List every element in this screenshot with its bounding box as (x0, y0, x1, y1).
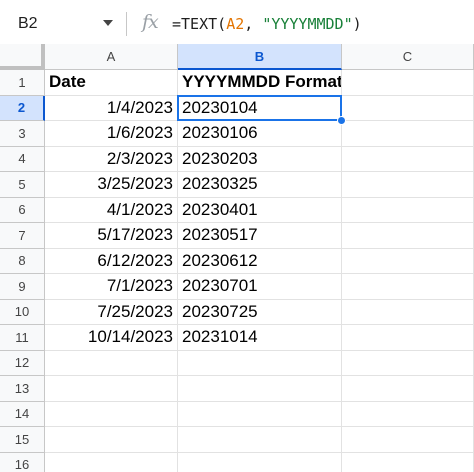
cell-b14[interactable] (178, 401, 342, 427)
cell-a6[interactable]: 4/1/2023 (45, 197, 178, 223)
row-header-5[interactable]: 5 (0, 172, 45, 198)
cell-b7[interactable]: 20230517 (178, 223, 342, 249)
cell-c3[interactable] (342, 121, 474, 147)
cell-b4[interactable]: 20230203 (178, 146, 342, 172)
cell-a16[interactable] (45, 452, 178, 472)
cell-a7[interactable]: 5/17/2023 (45, 223, 178, 249)
formula-suffix: ) (352, 15, 362, 33)
row-header-2[interactable]: 2 (0, 95, 45, 121)
row-header-16[interactable]: 16 (0, 452, 45, 472)
formula-bar: B2 fx =TEXT(A2, "YYYYMMDD") (0, 0, 474, 47)
cell-b9[interactable]: 20230701 (178, 274, 342, 300)
row-header-15[interactable]: 15 (0, 427, 45, 453)
cell-b12[interactable] (178, 350, 342, 376)
row-header-13[interactable]: 13 (0, 376, 45, 402)
formula-separator: , (244, 15, 263, 33)
cell-c16[interactable] (342, 452, 474, 472)
row-header-1[interactable]: 1 (0, 70, 45, 96)
cell-c14[interactable] (342, 401, 474, 427)
cell-a3[interactable]: 1/6/2023 (45, 121, 178, 147)
row-header-6[interactable]: 6 (0, 197, 45, 223)
row-header-3[interactable]: 3 (0, 121, 45, 147)
column-header-a[interactable]: A (45, 44, 178, 70)
cell-c4[interactable] (342, 146, 474, 172)
column-header-b[interactable]: B (178, 44, 342, 70)
cell-c2[interactable] (342, 95, 474, 121)
cell-b13[interactable] (178, 376, 342, 402)
cell-a13[interactable] (45, 376, 178, 402)
cell-b6[interactable]: 20230401 (178, 197, 342, 223)
cell-b2[interactable]: 20230104 (178, 95, 342, 121)
cell-a9[interactable]: 7/1/2023 (45, 274, 178, 300)
row-header-10[interactable]: 10 (0, 299, 45, 325)
cell-a12[interactable] (45, 350, 178, 376)
row-header-4[interactable]: 4 (0, 146, 45, 172)
cell-c11[interactable] (342, 325, 474, 351)
row-header-12[interactable]: 12 (0, 350, 45, 376)
chevron-down-icon[interactable] (103, 20, 113, 26)
cell-a4[interactable]: 2/3/2023 (45, 146, 178, 172)
cell-b1[interactable]: YYYYMMDD Format (178, 70, 342, 96)
cell-a10[interactable]: 7/25/2023 (45, 299, 178, 325)
row-header-7[interactable]: 7 (0, 223, 45, 249)
row-header-9[interactable]: 9 (0, 274, 45, 300)
cell-c10[interactable] (342, 299, 474, 325)
cell-a5[interactable]: 3/25/2023 (45, 172, 178, 198)
cell-b10[interactable]: 20230725 (178, 299, 342, 325)
formula-string-argument: "YYYYMMDD" (262, 15, 353, 33)
cell-a11[interactable]: 10/14/2023 (45, 325, 178, 351)
row-header-8[interactable]: 8 (0, 248, 45, 274)
cell-c8[interactable] (342, 248, 474, 274)
cell-b16[interactable] (178, 452, 342, 472)
cell-a8[interactable]: 6/12/2023 (45, 248, 178, 274)
cell-c9[interactable] (342, 274, 474, 300)
fill-handle[interactable] (337, 116, 346, 125)
select-all-corner[interactable] (0, 44, 45, 70)
cell-c1[interactable] (342, 70, 474, 96)
cell-a15[interactable] (45, 427, 178, 453)
cell-c6[interactable] (342, 197, 474, 223)
cell-a2[interactable]: 1/4/2023 (45, 95, 178, 121)
row-header-14[interactable]: 14 (0, 401, 45, 427)
cell-a1[interactable]: Date (45, 70, 178, 96)
cell-b11[interactable]: 20231014 (178, 325, 342, 351)
cell-c12[interactable] (342, 350, 474, 376)
cell-c7[interactable] (342, 223, 474, 249)
formula-bar-divider (126, 12, 127, 36)
cell-c13[interactable] (342, 376, 474, 402)
fx-icon: fx (142, 11, 159, 33)
column-header-c[interactable]: C (342, 44, 474, 70)
cell-b5[interactable]: 20230325 (178, 172, 342, 198)
name-box-value: B2 (18, 14, 38, 32)
cell-c15[interactable] (342, 427, 474, 453)
row-header-11[interactable]: 11 (0, 325, 45, 351)
cell-c5[interactable] (342, 172, 474, 198)
formula-prefix: =TEXT( (172, 15, 227, 33)
cell-a14[interactable] (45, 401, 178, 427)
cell-b15[interactable] (178, 427, 342, 453)
formula-input[interactable]: =TEXT(A2, "YYYYMMDD") (172, 13, 362, 35)
cell-b3[interactable]: 20230106 (178, 121, 342, 147)
cell-b8[interactable]: 20230612 (178, 248, 342, 274)
formula-cell-reference: A2 (226, 15, 245, 33)
